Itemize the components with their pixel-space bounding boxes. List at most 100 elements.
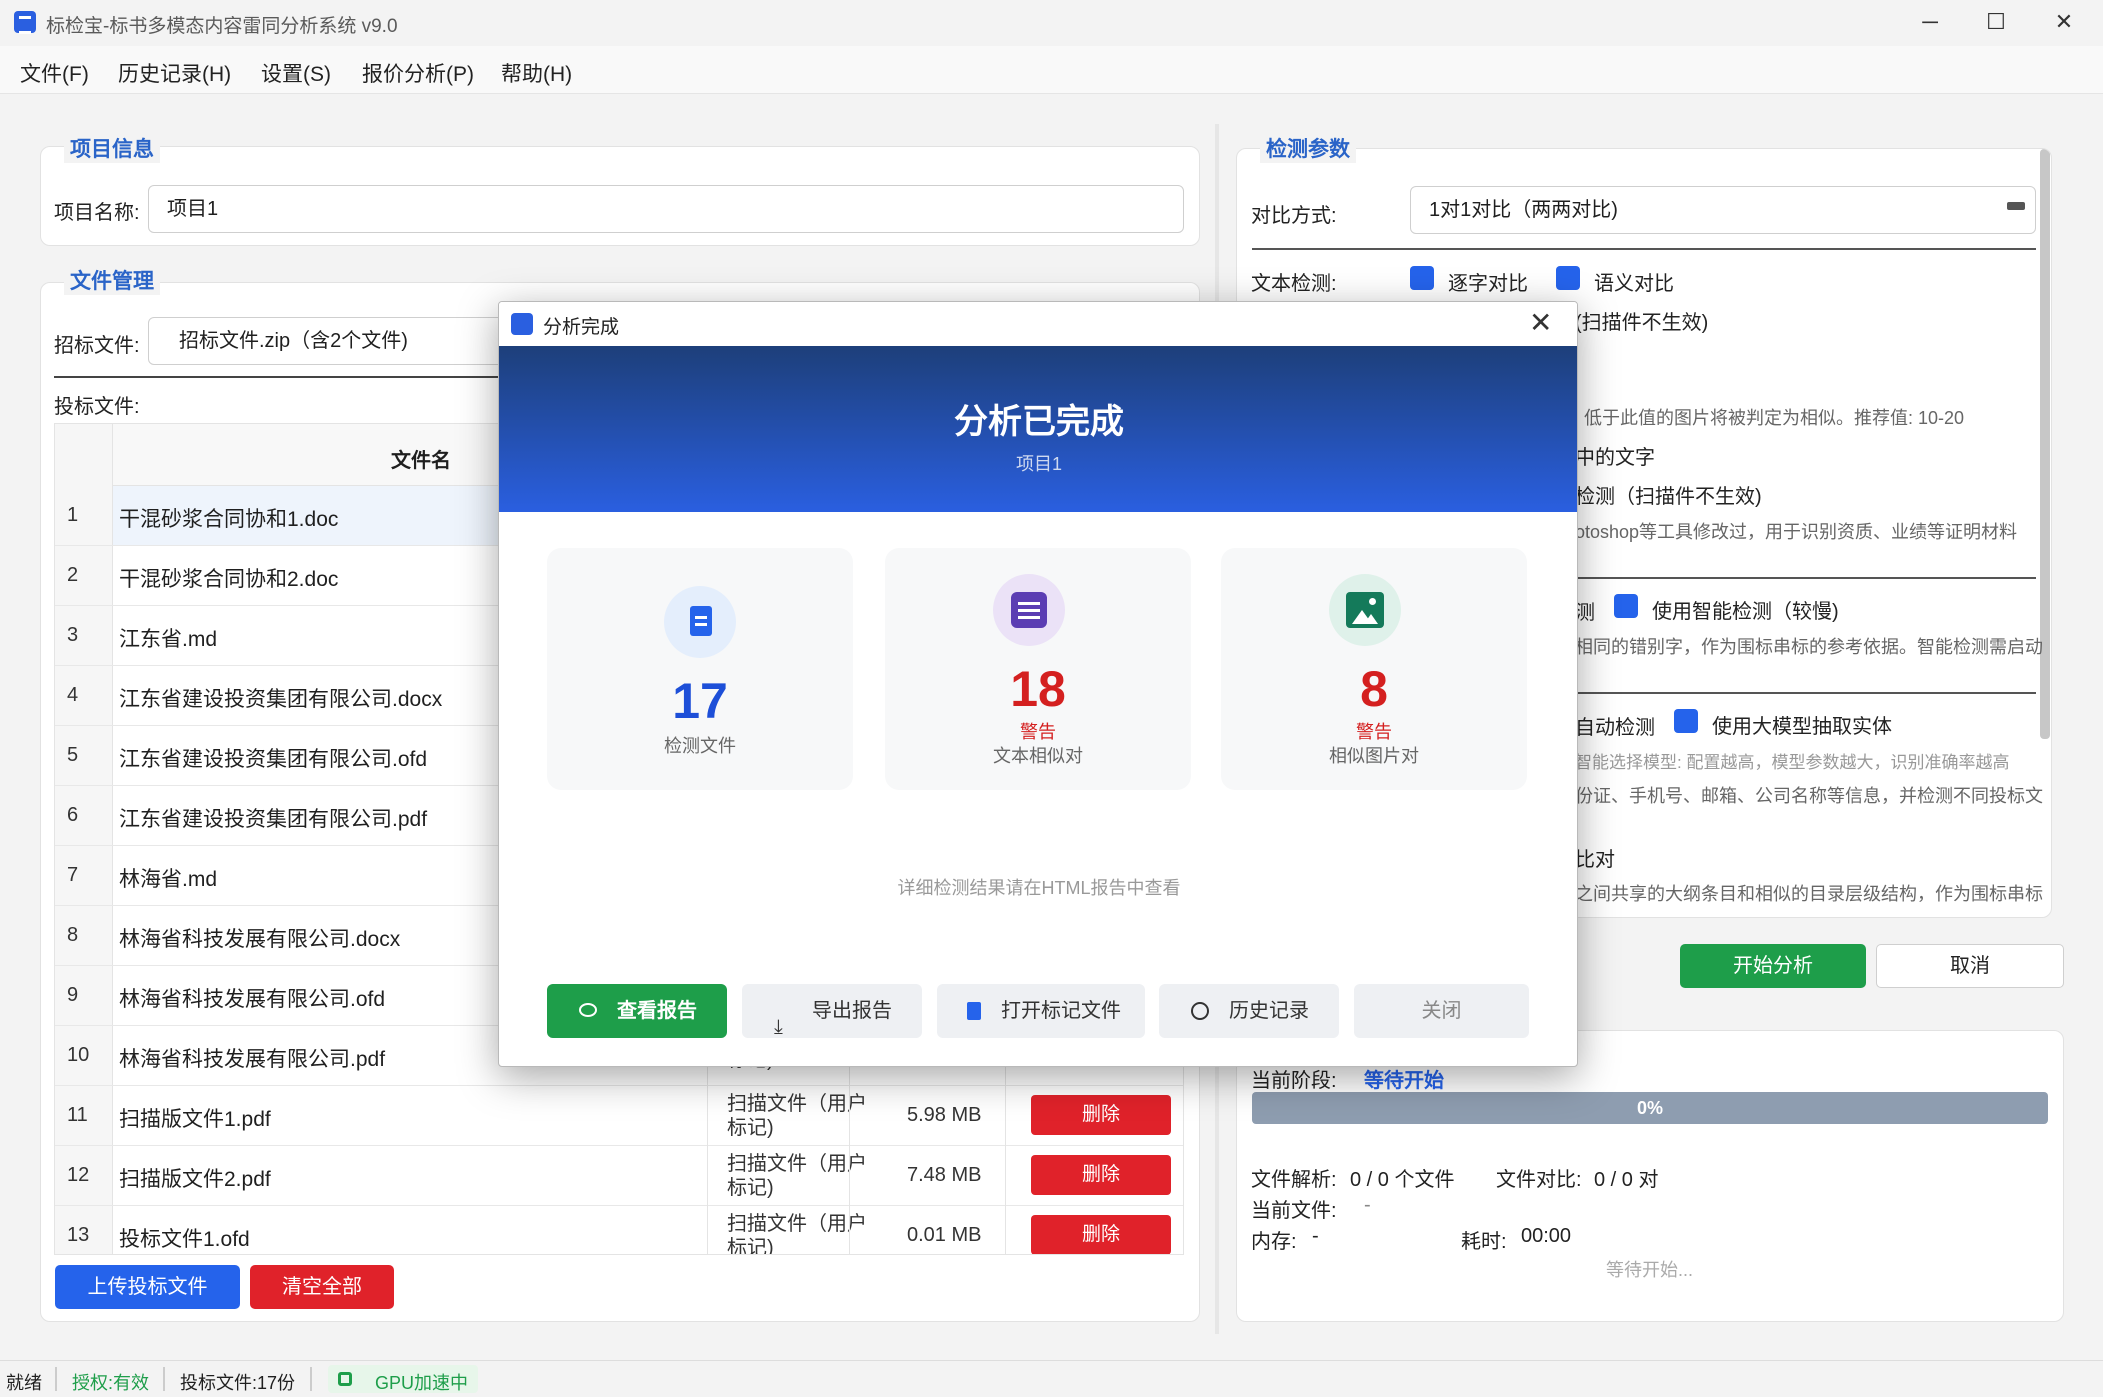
row-number: 7 [67,864,79,886]
eye-icon [579,1003,597,1017]
model-select-hint: 智能选择模型: 配置越高，模型参数越大，识别准确率越高 [1575,753,2010,772]
files-count: 17 [672,673,728,729]
memory-label: 内存: [1251,1231,1297,1253]
view-report-button[interactable]: 查看报告 [547,984,727,1038]
row-number: 9 [67,984,79,1006]
menu-history[interactable]: 历史记录(H) [118,58,231,88]
text-pairs-count: 18 [1010,661,1066,717]
menu-help[interactable]: 帮助(H) [501,58,572,88]
dialog-title-bar [499,302,1577,346]
download-icon: ⤓ [774,1016,783,1038]
image-pairs-warning: 警告 [1356,722,1392,742]
menu-settings[interactable]: 设置(S) [261,58,331,88]
column-divider [1005,1036,1006,1254]
current-file-value: - [1364,1194,1371,1216]
file-name: 干混砂浆合同协和2.doc [119,568,339,591]
row-number: 1 [67,504,79,526]
file-name: 江东省建设投资集团有限公司.docx [119,688,443,711]
parse-label: 文件解析: [1251,1169,1337,1191]
delete-button[interactable]: 删除 [1031,1215,1171,1254]
text-pairs-label: 文本相似对 [993,746,1083,766]
window-title: 标检宝-标书多模态内容雷同分析系统 v9.0 [46,16,398,37]
status-license: 授权:有效 [72,1373,150,1393]
menu-file[interactable]: 文件(F) [20,58,89,88]
status-separator [310,1367,312,1391]
text-detect-label: 文本检测: [1251,273,1337,295]
row-number: 4 [67,684,79,706]
file-name: 林海省.md [119,868,218,891]
dropdown-icon[interactable] [2007,202,2025,210]
delete-button[interactable]: 删除 [1031,1155,1171,1195]
column-divider [849,1036,850,1254]
tamper-detect-option: 检测（扫描件不生效) [1575,486,1762,508]
chip-icon [338,1372,352,1386]
auto-detect-option: 自动检测 [1575,717,1655,739]
menu-quote-analysis[interactable]: 报价分析(P) [362,58,474,88]
smart-detect-label: 使用智能检测（较慢) [1652,601,1839,623]
ocr-text-option: 中的文字 [1575,447,1655,469]
file-type: 扫描文件（用户标记) [727,1153,867,1199]
file-name: 林海省科技发展有限公司.docx [119,928,401,951]
stat-card-text: 18 警告 文本相似对 [885,548,1191,790]
open-marked-file-button[interactable]: 打开标记文件 [937,984,1145,1038]
table-row[interactable]: 11 扫描版文件1.pdf 扫描文件（用户标记) 5.98 MB 删除 [55,1086,1183,1146]
waiting-text: 等待开始... [1606,1260,1694,1280]
file-icon [967,1002,981,1020]
file-name: 扫描版文件1.pdf [119,1108,271,1131]
close-window-button[interactable]: ✕ [2036,0,2092,46]
file-management-title: 文件管理 [64,265,160,295]
export-report-button[interactable]: ⤓ 导出报告 [742,984,922,1038]
project-name-label: 项目名称: [54,202,140,224]
row-number: 12 [67,1164,90,1186]
status-separator [163,1367,165,1391]
row-number: 10 [67,1044,90,1066]
export-report-label: 导出报告 [812,1000,892,1022]
row-number: 2 [67,564,79,586]
smart-detect-checkbox[interactable] [1614,594,1638,618]
history-button[interactable]: 历史记录 [1159,984,1339,1038]
files-label: 检测文件 [664,736,736,756]
image-pairs-label: 相似图片对 [1329,746,1419,766]
clear-all-button[interactable]: 清空全部 [250,1265,394,1309]
start-analysis-button[interactable]: 开始分析 [1680,944,1866,988]
status-file-count: 投标文件:17份 [180,1373,296,1393]
file-name: 江东省.md [119,628,218,651]
row-number: 8 [67,924,79,946]
upload-bid-button[interactable]: 上传投标文件 [55,1265,240,1309]
cancel-button[interactable]: 取消 [1876,944,2064,988]
row-number: 13 [67,1224,90,1246]
compare-mode-select[interactable]: 1对1对比（两两对比) [1410,186,2036,234]
semantic-compare-checkbox[interactable] [1556,266,1580,290]
compare-progress-label: 文件对比: [1496,1169,1582,1191]
file-name: 江东省建设投资集团有限公司.ofd [119,748,428,771]
current-file-label: 当前文件: [1251,1200,1337,1222]
dialog-close-button[interactable]: 关闭 [1354,984,1529,1038]
tamper-detect-hint: otoshop等工具修改过，用于识别资质、业绩等证明材料 [1575,522,2018,542]
stage-value: 等待开始 [1364,1070,1444,1092]
column-header-filename[interactable]: 文件名 [391,444,451,473]
progress-percent: 0% [1636,1098,1663,1118]
maximize-button[interactable]: ☐ [1968,0,2024,46]
file-type: 扫描文件（用户标记) [727,1213,867,1255]
table-row[interactable]: 12 扫描版文件2.pdf 扫描文件（用户标记) 7.48 MB 删除 [55,1146,1183,1206]
row-number: 6 [67,804,79,826]
llm-entity-checkbox[interactable] [1674,709,1698,733]
parse-value: 0 / 0 个文件 [1350,1169,1455,1191]
delete-button[interactable]: 删除 [1031,1095,1171,1135]
file-type: 扫描文件（用户标记) [727,1093,867,1139]
minimize-button[interactable]: ─ [1902,0,1958,46]
file-size: 7.48 MB [907,1164,982,1186]
text-pairs-warning: 警告 [1020,722,1056,742]
dialog-close-icon[interactable]: ✕ [1529,306,1552,339]
stat-card-images: 8 警告 相似图片对 [1221,548,1527,790]
analysis-complete-dialog: 分析完成 ✕ 分析已完成 项目1 17 检测文件 18 警告 文本相似对 8 警… [498,301,1578,1067]
word-compare-checkbox[interactable] [1410,266,1434,290]
table-row[interactable]: 13 投标文件1.ofd 扫描文件（用户标记) 0.01 MB 删除 [55,1206,1183,1255]
dialog-hint: 详细检测结果请在HTML报告中查看 [897,878,1181,898]
dialog-title: 分析完成 [543,317,620,338]
text-compare-icon [993,574,1065,646]
project-name-input[interactable]: 项目1 [148,185,1184,233]
file-name: 江东省建设投资集团有限公司.pdf [119,808,428,831]
semantic-compare-label: 语义对比 [1594,273,1674,295]
compare-progress-value: 0 / 0 对 [1594,1169,1659,1191]
